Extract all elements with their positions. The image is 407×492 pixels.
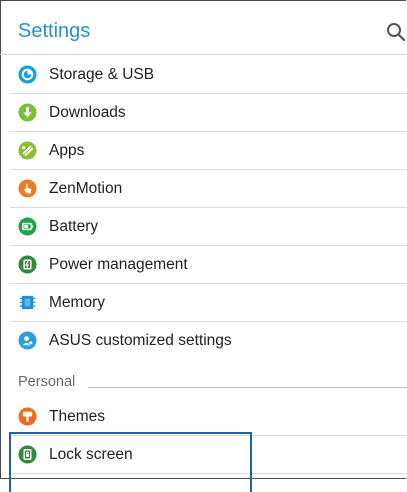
settings-item-zenmotion[interactable]: ZenMotion [0, 170, 407, 208]
settings-item-downloads[interactable]: Downloads [0, 94, 407, 132]
settings-item-storage[interactable]: Storage & USB [0, 56, 407, 94]
settings-item-label: ZenMotion [49, 180, 123, 197]
settings-item-themes[interactable]: Themes [0, 398, 407, 436]
settings-item-label: Storage & USB [49, 66, 155, 83]
search-icon[interactable] [386, 22, 406, 42]
zenmotion-icon [18, 179, 37, 198]
settings-item-label: Battery [49, 218, 99, 235]
settings-item-label: Themes [49, 408, 105, 425]
settings-item-power-management[interactable]: Power management [0, 246, 407, 284]
settings-item-label: Apps [49, 142, 85, 159]
asus-settings-icon [18, 331, 37, 350]
settings-item-label: Power management [49, 256, 188, 273]
settings-item-label: Downloads [49, 104, 126, 121]
battery-icon [18, 217, 37, 236]
section-label: Personal [18, 374, 76, 390]
app-header: Settings [0, 0, 407, 55]
section-divider [88, 387, 407, 388]
power-management-icon [18, 255, 37, 274]
memory-icon [19, 295, 36, 310]
page-title: Settings [18, 20, 91, 42]
section-header-personal: Personal [0, 370, 407, 392]
focus-highlight [9, 432, 252, 492]
settings-item-label: ASUS customized settings [49, 332, 232, 349]
settings-item-label: Memory [49, 294, 105, 311]
settings-item-asus-customized[interactable]: ASUS customized settings [0, 322, 407, 360]
storage-icon [18, 65, 37, 84]
settings-item-memory[interactable]: Memory [0, 284, 407, 322]
settings-item-battery[interactable]: Battery [0, 208, 407, 246]
themes-icon [18, 407, 37, 426]
download-icon [18, 103, 37, 122]
apps-icon [18, 141, 37, 160]
settings-item-apps[interactable]: Apps [0, 132, 407, 170]
